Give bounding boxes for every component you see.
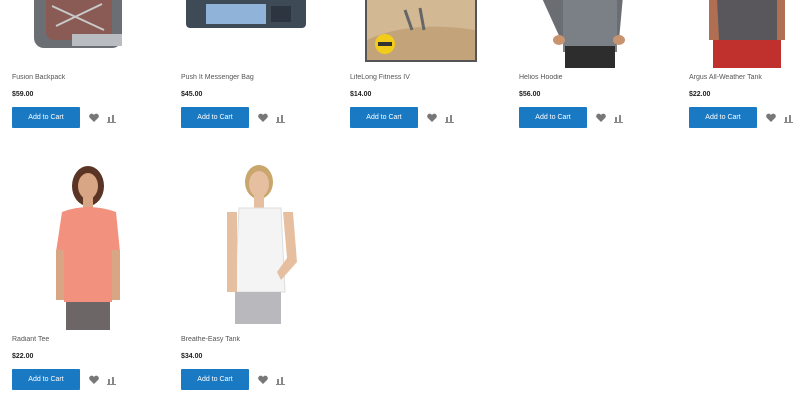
product-image[interactable] — [12, 0, 142, 68]
product-name[interactable]: Radiant Tee — [12, 336, 142, 343]
heart-icon[interactable] — [257, 112, 269, 124]
compare-icon[interactable] — [444, 112, 456, 124]
compare-icon[interactable] — [275, 374, 287, 386]
product-name[interactable]: Argus All-Weather Tank — [689, 74, 795, 81]
product-price: $56.00 — [519, 91, 541, 98]
product-card: LifeLong Fitness IV $14.00 Add to Cart — [350, 0, 480, 128]
product-name[interactable]: Breathe-Easy Tank — [181, 336, 311, 343]
product-price: $22.00 — [12, 353, 34, 360]
backpack-image — [34, 0, 122, 48]
add-to-cart-button[interactable]: Add to Cart — [12, 107, 80, 128]
heart-icon[interactable] — [88, 112, 100, 124]
add-to-cart-button[interactable]: Add to Cart — [519, 107, 587, 128]
product-price: $22.00 — [689, 91, 711, 98]
add-to-cart-button[interactable]: Add to Cart — [350, 107, 418, 128]
dvd-image — [365, 0, 477, 62]
product-name[interactable]: Helios Hoodie — [519, 74, 649, 81]
product-name[interactable]: Push It Messenger Bag — [181, 74, 311, 81]
heart-icon[interactable] — [426, 112, 438, 124]
heart-icon[interactable] — [595, 112, 607, 124]
tee-image — [56, 166, 120, 330]
product-card: Helios Hoodie $56.00 Add to Cart — [519, 0, 649, 128]
hoodie-image — [542, 0, 625, 68]
product-price: $59.00 — [12, 91, 34, 98]
heart-icon[interactable] — [765, 112, 777, 124]
messenger-bag-image — [186, 0, 306, 28]
product-image[interactable] — [350, 0, 480, 68]
product-image[interactable] — [689, 0, 789, 68]
product-card: Breathe-Easy Tank $34.00 Add to Cart — [181, 162, 311, 390]
product-card: Argus All-Weather Tank $22.00 Add to Car… — [689, 0, 795, 128]
heart-icon[interactable] — [257, 374, 269, 386]
product-image[interactable] — [181, 0, 311, 68]
product-image[interactable] — [519, 0, 649, 68]
compare-icon[interactable] — [275, 112, 287, 124]
add-to-cart-button[interactable]: Add to Cart — [12, 369, 80, 390]
white-tank-image — [227, 165, 297, 324]
tank-image — [709, 0, 785, 68]
product-price: $34.00 — [181, 353, 203, 360]
product-image[interactable] — [12, 162, 142, 330]
add-to-cart-button[interactable]: Add to Cart — [689, 107, 757, 128]
product-card: Radiant Tee $22.00 Add to Cart — [12, 162, 142, 390]
product-name[interactable]: LifeLong Fitness IV — [350, 74, 480, 81]
compare-icon[interactable] — [783, 112, 795, 124]
product-price: $14.00 — [350, 91, 372, 98]
add-to-cart-button[interactable]: Add to Cart — [181, 107, 249, 128]
heart-icon[interactable] — [88, 374, 100, 386]
compare-icon[interactable] — [106, 374, 118, 386]
compare-icon[interactable] — [613, 112, 625, 124]
product-card: Push It Messenger Bag $45.00 Add to Cart — [181, 0, 311, 128]
product-card: Fusion Backpack $59.00 Add to Cart — [12, 0, 142, 128]
product-name[interactable]: Fusion Backpack — [12, 74, 142, 81]
product-image[interactable] — [181, 162, 311, 330]
compare-icon[interactable] — [106, 112, 118, 124]
add-to-cart-button[interactable]: Add to Cart — [181, 369, 249, 390]
product-price: $45.00 — [181, 91, 203, 98]
